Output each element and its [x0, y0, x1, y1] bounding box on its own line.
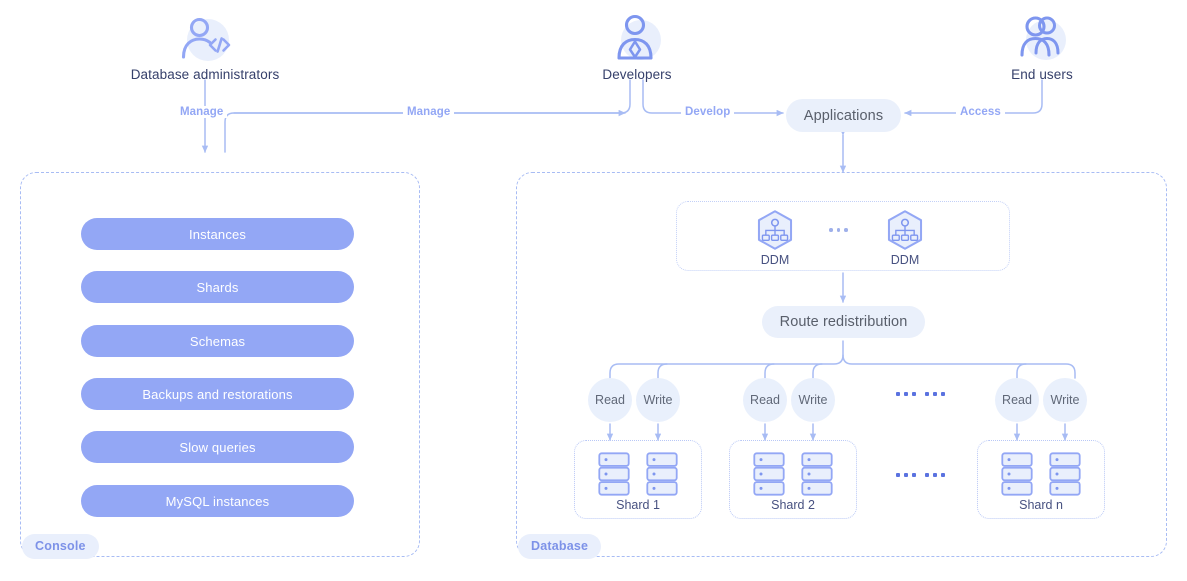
server-stack-icon — [801, 452, 833, 496]
shard-box-n[interactable]: Shard n — [977, 440, 1105, 519]
route-redistribution-node[interactable]: Route redistribution — [762, 306, 925, 338]
edge-label-manage-right: Manage — [403, 106, 455, 118]
server-stack-icon — [1001, 452, 1033, 496]
applications-node[interactable]: Applications — [786, 99, 901, 132]
ddm-node-2[interactable]: DDM — [876, 208, 934, 267]
edge-label-develop: Develop — [681, 106, 735, 118]
console-item-backups-and-restorations[interactable]: Backups and restorations — [81, 378, 354, 410]
ddm-ellipsis — [829, 228, 848, 232]
server-stack-icon — [1049, 452, 1081, 496]
edge-label-access: Access — [956, 106, 1005, 118]
ddm-hexagon-icon — [757, 210, 793, 250]
architecture-diagram: Database administrators Developers End u… — [0, 0, 1187, 581]
shard-label: Shard n — [1019, 498, 1063, 512]
console-zone-tag: Console — [22, 534, 99, 559]
access-nodes-ellipsis — [896, 392, 945, 396]
write-node-shard-1[interactable]: Write — [636, 378, 680, 422]
edge-label-manage-left: Manage — [176, 106, 228, 118]
user-developer-icon — [617, 14, 661, 60]
shard-label: Shard 2 — [771, 498, 815, 512]
actor-label: End users — [1011, 67, 1073, 82]
console-item-instances[interactable]: Instances — [81, 218, 354, 250]
ddm-node-1[interactable]: DDM — [746, 208, 804, 267]
actor-developers: Developers — [527, 10, 747, 82]
read-node-shard-2[interactable]: Read — [743, 378, 787, 422]
shard-box-1[interactable]: Shard 1 — [574, 440, 702, 519]
console-item-mysql-instances[interactable]: MySQL instances — [81, 485, 354, 517]
server-stack-icon — [646, 452, 678, 496]
database-zone-tag: Database — [518, 534, 602, 559]
read-node-shard-n[interactable]: Read — [995, 378, 1039, 422]
actor-end-users: End users — [932, 10, 1152, 82]
ddm-node-label: DDM — [890, 253, 920, 267]
shard-box-2[interactable]: Shard 2 — [729, 440, 857, 519]
actor-database-administrators: Database administrators — [95, 10, 315, 82]
read-node-shard-1[interactable]: Read — [588, 378, 632, 422]
shard-label: Shard 1 — [616, 498, 660, 512]
write-node-shard-n[interactable]: Write — [1043, 378, 1087, 422]
server-stack-icon — [598, 452, 630, 496]
actor-label: Developers — [602, 67, 672, 82]
server-stack-icon — [753, 452, 785, 496]
ddm-node-label: DDM — [760, 253, 790, 267]
shards-ellipsis — [896, 473, 945, 477]
users-group-icon — [1020, 16, 1066, 60]
user-code-icon — [181, 17, 231, 61]
ddm-group — [676, 201, 1010, 271]
actor-label: Database administrators — [130, 67, 280, 82]
console-item-slow-queries[interactable]: Slow queries — [81, 431, 354, 463]
ddm-hexagon-icon — [887, 210, 923, 250]
console-item-shards[interactable]: Shards — [81, 271, 354, 303]
write-node-shard-2[interactable]: Write — [791, 378, 835, 422]
console-item-schemas[interactable]: Schemas — [81, 325, 354, 357]
